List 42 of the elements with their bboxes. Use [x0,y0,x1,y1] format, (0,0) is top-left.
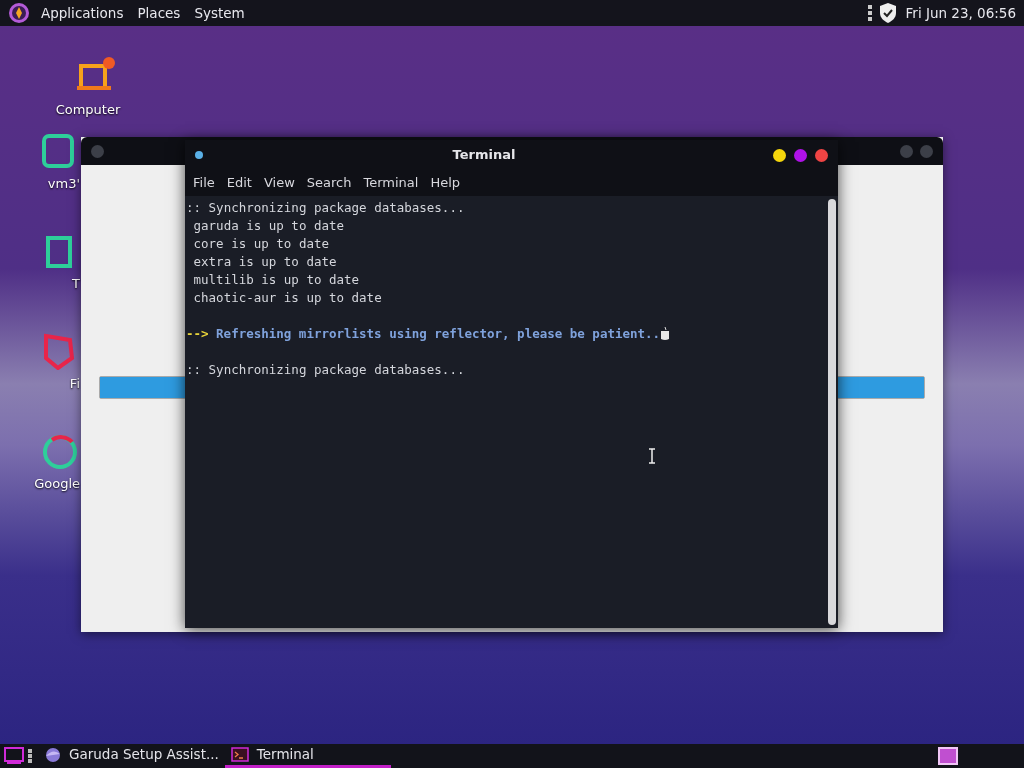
terminal-line: extra is up to date [192,254,337,269]
menu-item[interactable]: Help [424,173,467,193]
terminal-line: :: Synchronizing package databases... [186,200,465,215]
arrow-prefix: --> [186,325,209,343]
handle-icon[interactable] [28,748,33,764]
window-title: Terminal [451,146,517,165]
terminal-line: Refreshing mirrorlists using reflector, please be patient.. [216,325,661,343]
terminal-line: chaotic-aur is up to date [192,290,382,305]
cup-icon [660,327,671,341]
workspace-switcher[interactable] [938,747,958,765]
icon-label[interactable]: vm3' [47,174,80,194]
clock[interactable]: Fri Jun 23, 06:56 [905,2,1016,24]
menu-item[interactable]: Terminal [357,173,425,193]
taskbar-button[interactable]: Terminal [224,744,391,768]
bird-icon [43,745,63,764]
terminal-line: core is up to date [192,236,329,251]
terminal-line: garuda is up to date [192,218,345,233]
monitor-icon[interactable] [4,747,24,765]
close-button[interactable] [815,148,828,162]
menu-item[interactable]: File [187,173,221,193]
menu-item[interactable]: System [187,2,252,24]
dot-icon [195,151,203,159]
menu-item[interactable]: View [257,173,301,193]
icon-label[interactable]: Fi [69,374,80,394]
maximize-button[interactable] [794,148,807,162]
menu-item[interactable]: Search [300,173,358,193]
handle-icon[interactable] [866,4,873,22]
icon-label[interactable]: Computer [55,100,121,120]
scrollbar[interactable] [828,199,836,625]
menu-item[interactable]: Places [130,2,188,24]
minimize-button[interactable] [773,148,786,162]
logo-icon[interactable] [8,2,30,24]
text-cursor-icon [648,448,656,464]
menu-item[interactable]: Applications [34,2,131,24]
icon-label[interactable]: T [72,274,80,294]
icon-label[interactable]: Google [34,474,80,494]
shield-icon[interactable] [877,2,898,24]
taskbar-button[interactable]: Garuda Setup Assist... [37,744,225,768]
terminal-line: multilib is up to date [192,272,360,287]
menu-item[interactable]: Edit [220,173,258,193]
terminal-line: :: Synchronizing package databases... [186,362,465,377]
terminal-icon [230,745,251,764]
